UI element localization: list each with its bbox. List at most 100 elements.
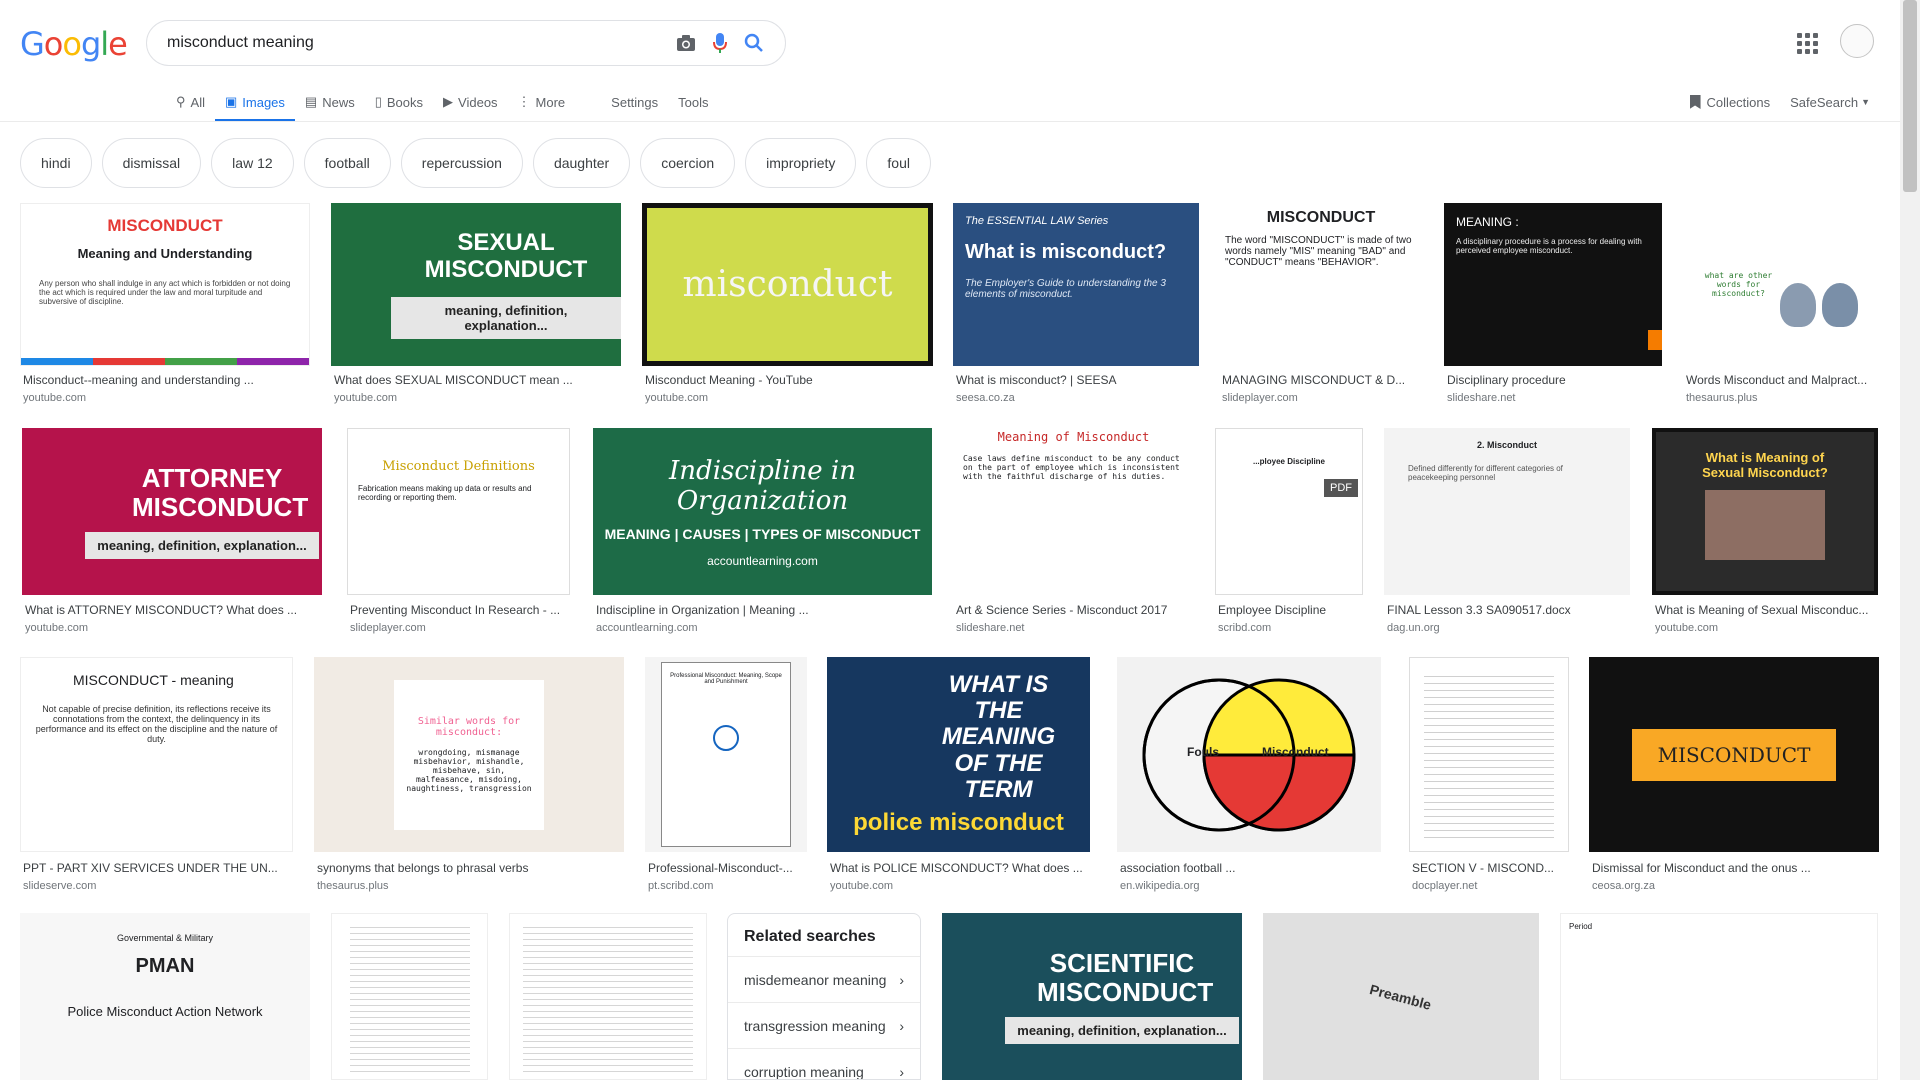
chip[interactable]: law 12: [211, 138, 294, 188]
avatar[interactable]: [1840, 24, 1874, 58]
result-title[interactable]: SECTION V - MISCOND...: [1412, 861, 1567, 875]
tab-news[interactable]: ▤ News: [295, 82, 365, 122]
result-title[interactable]: synonyms that belongs to phrasal verbs: [317, 861, 622, 875]
result-thumbnail[interactable]: MISCONDUCT: [1589, 657, 1879, 852]
image-result[interactable]: Preamble: [1263, 913, 1539, 1080]
image-result[interactable]: What is Meaning of Sexual Misconduct? Wh…: [1652, 428, 1878, 638]
related-search-item[interactable]: transgression meaning ›: [728, 1002, 920, 1048]
tab-all[interactable]: ⚲ All: [166, 82, 215, 122]
result-title[interactable]: What is ATTORNEY MISCONDUCT? What does .…: [25, 603, 315, 617]
image-result[interactable]: 2. Misconduct Defined differently for di…: [1384, 428, 1630, 638]
result-thumbnail[interactable]: Indiscipline in Organization MEANING | C…: [593, 428, 932, 595]
scrollbar-thumb[interactable]: [1903, 0, 1917, 192]
chip[interactable]: hindi: [20, 138, 92, 188]
apps-grid-icon[interactable]: [1794, 30, 1820, 56]
related-search-item[interactable]: corruption meaning ›: [728, 1048, 920, 1079]
result-thumbnail[interactable]: 2. Misconduct Defined differently for di…: [1384, 428, 1630, 595]
result-thumbnail[interactable]: MEANING : A disciplinary procedure is a …: [1444, 203, 1662, 366]
image-result[interactable]: Fouls Misconduct association football ..…: [1117, 657, 1381, 897]
result-title[interactable]: Words Misconduct and Malpract...: [1686, 373, 1876, 387]
chip[interactable]: impropriety: [745, 138, 857, 188]
result-thumbnail[interactable]: Professional Misconduct: Meaning, Scope …: [645, 657, 807, 852]
image-result[interactable]: Governmental & Military PMAN Police Misc…: [20, 913, 310, 1080]
image-result[interactable]: Period: [1560, 913, 1878, 1080]
result-title[interactable]: What is Meaning of Sexual Misconduc...: [1655, 603, 1875, 617]
result-title[interactable]: Art & Science Series - Misconduct 2017: [956, 603, 1191, 617]
related-search-item[interactable]: misdemeanor meaning ›: [728, 956, 920, 1002]
result-title[interactable]: Employee Discipline: [1218, 603, 1363, 617]
result-title[interactable]: FINAL Lesson 3.3 SA090517.docx: [1387, 603, 1627, 617]
result-title[interactable]: What does SEXUAL MISCONDUCT mean ...: [334, 373, 584, 387]
image-result[interactable]: MISCONDUCT The word "MISCONDUCT" is made…: [1219, 203, 1423, 404]
result-title[interactable]: Preventing Misconduct In Research - ...: [350, 603, 570, 617]
result-thumbnail[interactable]: Governmental & Military PMAN Police Misc…: [20, 913, 310, 1080]
image-result[interactable]: Misconduct Definitions Fabrication means…: [347, 428, 570, 638]
chip[interactable]: repercussion: [400, 138, 523, 188]
result-title[interactable]: What is POLICE MISCONDUCT? What does ...: [830, 861, 1090, 875]
image-result[interactable]: ...ployee Discipline PDF Employee Discip…: [1215, 428, 1363, 638]
search-box[interactable]: misconduct meaning: [146, 20, 786, 66]
chip[interactable]: football: [303, 138, 391, 188]
image-result[interactable]: Similar words for misconduct: wrongdoing…: [314, 657, 624, 897]
result-thumbnail[interactable]: Fouls Misconduct: [1117, 657, 1381, 852]
result-title[interactable]: Indiscipline in Organization | Meaning .…: [596, 603, 896, 617]
result-title[interactable]: Professional-Misconduct-...: [648, 861, 806, 875]
image-result[interactable]: WHAT IS THE MEANING OF THE TERM police m…: [827, 657, 1090, 897]
result-thumbnail[interactable]: Misconduct Definitions Fabrication means…: [347, 428, 570, 595]
chip[interactable]: daughter: [532, 138, 631, 188]
collections-button[interactable]: Collections: [1689, 95, 1770, 110]
image-result[interactable]: what are other words for misconduct? Wor…: [1683, 203, 1878, 404]
safesearch-button[interactable]: SafeSearch ▼: [1790, 95, 1870, 110]
result-thumbnail[interactable]: The ESSENTIAL LAW Series What is miscond…: [953, 203, 1199, 366]
result-thumbnail[interactable]: [509, 913, 707, 1080]
camera-icon[interactable]: [669, 26, 703, 60]
result-thumbnail[interactable]: MISCONDUCT Meaning and Understanding Any…: [20, 203, 310, 366]
image-result[interactable]: [509, 913, 707, 1080]
result-thumbnail[interactable]: what are other words for misconduct?: [1683, 203, 1878, 366]
result-title[interactable]: Disciplinary procedure: [1447, 373, 1647, 387]
result-title[interactable]: Misconduct Meaning - YouTube: [645, 373, 915, 387]
tab-images[interactable]: ▣ Images: [214, 82, 295, 122]
result-thumbnail[interactable]: Meaning of Misconduct Case laws define m…: [953, 428, 1194, 595]
result-thumbnail[interactable]: [331, 913, 488, 1080]
chip[interactable]: dismissal: [101, 138, 202, 188]
tab-books[interactable]: ▯ Books: [365, 82, 433, 122]
result-thumbnail[interactable]: WHAT IS THE MEANING OF THE TERM police m…: [827, 657, 1090, 852]
result-title[interactable]: association football ...: [1120, 861, 1375, 875]
search-input[interactable]: misconduct meaning: [167, 34, 669, 52]
image-result[interactable]: MEANING : A disciplinary procedure is a …: [1444, 203, 1662, 404]
image-result[interactable]: Indiscipline in Organization MEANING | C…: [593, 428, 932, 638]
result-title[interactable]: PPT - PART XIV SERVICES UNDER THE UN...: [23, 861, 291, 875]
google-logo[interactable]: Google: [20, 25, 128, 63]
result-title[interactable]: MANAGING MISCONDUCT & D...: [1222, 373, 1412, 387]
tools-link[interactable]: Tools: [668, 82, 718, 122]
result-thumbnail[interactable]: Preamble: [1263, 913, 1539, 1080]
chip[interactable]: foul: [866, 138, 931, 188]
image-result[interactable]: ATTORNEY MISCONDUCT meaning, definition,…: [22, 428, 322, 638]
image-result[interactable]: The ESSENTIAL LAW Series What is miscond…: [953, 203, 1199, 404]
result-thumbnail[interactable]: SCIENTIFIC MISCONDUCT meaning, definitio…: [942, 913, 1242, 1080]
image-result[interactable]: MISCONDUCT - meaning Not capable of prec…: [20, 657, 293, 897]
result-thumbnail[interactable]: [1409, 657, 1569, 852]
result-thumbnail[interactable]: Similar words for misconduct: wrongdoing…: [314, 657, 624, 852]
result-title[interactable]: Misconduct--meaning and understanding ..…: [23, 373, 293, 387]
result-thumbnail[interactable]: MISCONDUCT - meaning Not capable of prec…: [20, 657, 293, 852]
result-thumbnail[interactable]: ATTORNEY MISCONDUCT meaning, definition,…: [22, 428, 322, 595]
result-thumbnail[interactable]: What is Meaning of Sexual Misconduct?: [1652, 428, 1878, 595]
image-result[interactable]: [331, 913, 488, 1080]
tab-videos[interactable]: ▶ Videos: [433, 82, 508, 122]
result-thumbnail[interactable]: Period: [1560, 913, 1878, 1080]
result-thumbnail[interactable]: ...ployee Discipline PDF: [1215, 428, 1363, 595]
result-thumbnail[interactable]: MISCONDUCT The word "MISCONDUCT" is made…: [1219, 203, 1423, 366]
image-result[interactable]: misconduct Misconduct Meaning - YouTube …: [642, 203, 933, 404]
result-title[interactable]: Dismissal for Misconduct and the onus ..…: [1592, 861, 1877, 875]
image-result[interactable]: MISCONDUCT Dismissal for Misconduct and …: [1589, 657, 1879, 897]
image-result[interactable]: MISCONDUCT Meaning and Understanding Any…: [20, 203, 310, 404]
chip[interactable]: coercion: [640, 138, 736, 188]
image-result[interactable]: SCIENTIFIC MISCONDUCT meaning, definitio…: [942, 913, 1242, 1080]
settings-link[interactable]: Settings: [601, 82, 668, 122]
result-title[interactable]: What is misconduct? | SEESA: [956, 373, 1186, 387]
tab-more[interactable]: ⋮ More: [508, 82, 576, 122]
image-result[interactable]: SEXUAL MISCONDUCT meaning, definition, e…: [331, 203, 621, 404]
image-result[interactable]: Meaning of Misconduct Case laws define m…: [953, 428, 1194, 638]
